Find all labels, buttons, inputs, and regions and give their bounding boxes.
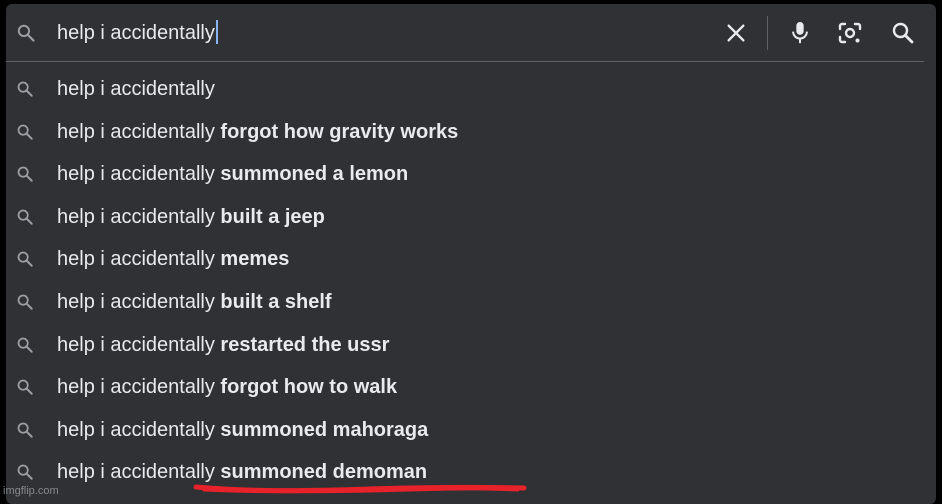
- search-icon: [17, 24, 35, 42]
- search-bar[interactable]: help i accidentally: [6, 4, 936, 62]
- suggestion-text: help i accidentally built a jeep: [57, 203, 325, 231]
- suggestion-completion: summoned mahoraga: [214, 418, 429, 441]
- toolbar-divider: [767, 16, 768, 50]
- imgflip-watermark: imgflip.com: [3, 485, 59, 497]
- suggestion-text: help i accidentally summoned mahoraga: [57, 416, 428, 444]
- lens-search-button[interactable]: [837, 20, 863, 46]
- close-icon: [727, 24, 745, 42]
- suggestion-item-3[interactable]: help i accidentally summoned a lemon: [6, 153, 936, 196]
- suggestion-item-4[interactable]: help i accidentally built a jeep: [6, 196, 936, 239]
- suggestion-text: help i accidentally memes: [57, 245, 289, 273]
- suggestion-list: help i accidentally help i accidentally …: [6, 68, 936, 494]
- search-icon: [17, 422, 33, 438]
- search-icon: [892, 22, 914, 44]
- search-icon: [17, 124, 33, 140]
- search-icon: [17, 166, 33, 182]
- microphone-icon: [792, 22, 808, 44]
- suggestion-item-6[interactable]: help i accidentally built a shelf: [6, 281, 936, 324]
- screenshot-frame: help i accidentally help i accidentally …: [0, 0, 942, 504]
- suggestion-text: help i accidentally forgot how gravity w…: [57, 118, 458, 146]
- search-icon: [17, 337, 33, 353]
- camera-lens-icon: [838, 22, 862, 44]
- suggestion-prefix: help i accidentally: [57, 376, 215, 399]
- search-submit-button[interactable]: [890, 20, 916, 46]
- suggestion-text: help i accidentally restarted the ussr: [57, 331, 389, 359]
- search-input[interactable]: help i accidentally: [57, 19, 218, 47]
- suggestion-text: help i accidentally forgot how to walk: [57, 373, 397, 401]
- suggestion-prefix: help i accidentally: [57, 418, 215, 441]
- search-query-text: help i accidentally: [57, 22, 215, 44]
- search-icon: [17, 81, 33, 97]
- suggestion-prefix: help i accidentally: [57, 333, 215, 356]
- suggestion-item-5[interactable]: help i accidentally memes: [6, 238, 936, 281]
- suggestion-completion: built a shelf: [214, 290, 332, 313]
- suggestion-completion: built a jeep: [214, 205, 325, 228]
- search-icon: [17, 294, 33, 310]
- clear-button[interactable]: [723, 20, 749, 46]
- suggestion-completion: restarted the ussr: [214, 333, 390, 356]
- suggestion-item-8[interactable]: help i accidentally forgot how to walk: [6, 366, 936, 409]
- suggestion-completion: forgot how gravity works: [214, 120, 459, 143]
- suggestion-item-7[interactable]: help i accidentally restarted the ussr: [6, 324, 936, 367]
- search-icon: [17, 464, 33, 481]
- red-underline-annotation: [193, 484, 527, 494]
- suggestion-prefix: help i accidentally: [57, 248, 215, 271]
- suggestion-completion: memes: [214, 248, 290, 271]
- suggestion-prefix: help i accidentally: [57, 120, 215, 143]
- search-bar-divider: [6, 61, 924, 62]
- search-icon: [17, 251, 33, 268]
- search-suggestions-panel: help i accidentally help i accidentally …: [6, 4, 936, 504]
- suggestion-text: help i accidentally: [57, 75, 215, 103]
- suggestion-prefix: help i accidentally: [57, 163, 215, 186]
- text-caret: [215, 20, 218, 44]
- suggestion-text: help i accidentally built a shelf: [57, 288, 332, 316]
- suggestion-item-9[interactable]: help i accidentally summoned mahoraga: [6, 409, 936, 452]
- suggestion-prefix: help i accidentally: [57, 78, 215, 100]
- search-icon: [17, 209, 33, 225]
- suggestion-prefix: help i accidentally: [57, 205, 215, 228]
- search-icon: [17, 379, 33, 395]
- suggestion-item-2[interactable]: help i accidentally forgot how gravity w…: [6, 111, 936, 154]
- suggestion-completion: forgot how to walk: [214, 376, 398, 399]
- voice-search-button[interactable]: [787, 20, 813, 46]
- suggestion-item-1[interactable]: help i accidentally: [6, 68, 936, 111]
- suggestion-completion: summoned a lemon: [214, 163, 409, 186]
- suggestion-prefix: help i accidentally: [57, 290, 215, 313]
- suggestion-text: help i accidentally summoned a lemon: [57, 160, 408, 188]
